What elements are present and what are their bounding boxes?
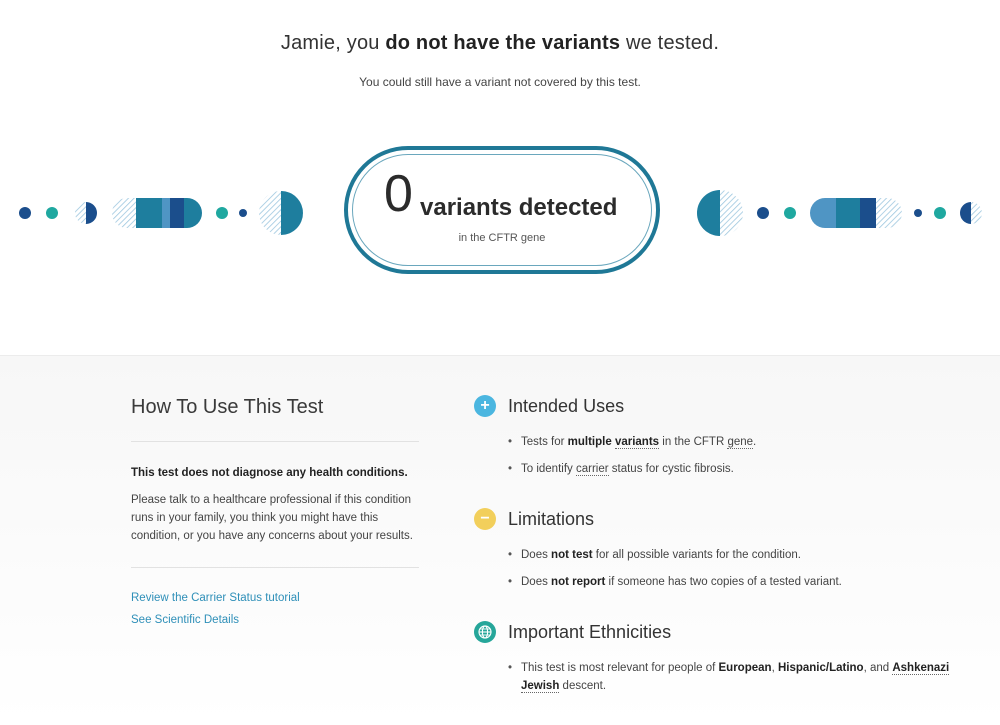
gene-glossary-term[interactable]: gene — [727, 436, 754, 449]
scientific-details-link[interactable]: See Scientific Details — [131, 614, 419, 626]
capsule-right — [810, 198, 902, 228]
half-circle-small-left — [75, 202, 97, 224]
globe-icon — [474, 621, 496, 643]
dot-teal-right-2 — [934, 207, 946, 219]
half-circle-large-left — [259, 191, 303, 235]
carrier-glossary-term[interactable]: carrier — [575, 463, 609, 476]
intended-uses-list: Tests for multiple variants in the CFTR … — [508, 433, 954, 478]
half-circle-large-right — [697, 190, 743, 236]
limitations-section: − Limitations Does not test for all poss… — [474, 508, 954, 600]
variants-detected-label: variants detected — [420, 194, 618, 221]
carrier-status-tutorial-link[interactable]: Review the Carrier Status tutorial — [131, 592, 419, 604]
healthcare-advice: Please talk to a healthcare professional… — [131, 491, 419, 568]
gene-label: in the CFTR gene — [458, 232, 546, 244]
plus-icon: + — [474, 395, 496, 417]
capsule-left — [112, 198, 202, 228]
list-item: Does not test for all possible variants … — [508, 546, 954, 564]
result-headline: Jamie, you do not have the variants we t… — [0, 32, 1000, 55]
dot-teal-right — [784, 207, 796, 219]
intended-uses-section: + Intended Uses Tests for multiple varia… — [474, 395, 954, 487]
dot-small-dark — [239, 209, 247, 217]
how-to-use-panel: How To Use This Test This test does not … — [131, 396, 419, 626]
details-section: How To Use This Test This test does not … — [0, 355, 1000, 725]
variants-glossary-term[interactable]: variants — [614, 436, 660, 449]
variant-count: 0 — [384, 165, 413, 223]
result-pill: 0 variants detected in the CFTR gene — [344, 146, 660, 274]
list-item: Tests for multiple variants in the CFTR … — [508, 433, 954, 451]
result-subtitle: You could still have a variant not cover… — [359, 75, 641, 89]
dot-dark-blue — [19, 207, 31, 219]
dot-small-dark-right — [914, 209, 922, 217]
diagnosis-disclaimer: This test does not diagnose any health c… — [131, 467, 408, 479]
list-item: Does not report if someone has two copie… — [508, 573, 954, 591]
headline-part1: Jamie, you — [280, 32, 386, 54]
limitations-list: Does not test for all possible variants … — [508, 546, 954, 591]
headline-bold: do not have the variants — [385, 32, 621, 54]
dot-teal-2 — [216, 207, 228, 219]
half-circle-small-right — [960, 202, 982, 224]
intended-uses-title: Intended Uses — [508, 395, 625, 416]
minus-icon: − — [474, 508, 496, 530]
headline-part2: we tested. — [620, 32, 720, 54]
limitations-title: Limitations — [508, 508, 595, 529]
how-to-use-title: How To Use This Test — [131, 396, 419, 442]
list-item: This test is most relevant for people of… — [508, 659, 954, 695]
ethnicities-section: Important Ethnicities This test is most … — [474, 621, 954, 704]
list-item: To identify carrier status for cystic fi… — [508, 460, 954, 478]
dot-teal — [46, 207, 58, 219]
dot-dark-blue-right — [757, 207, 769, 219]
ethnicities-list: This test is most relevant for people of… — [508, 659, 954, 695]
ethnicities-title: Important Ethnicities — [508, 621, 672, 642]
